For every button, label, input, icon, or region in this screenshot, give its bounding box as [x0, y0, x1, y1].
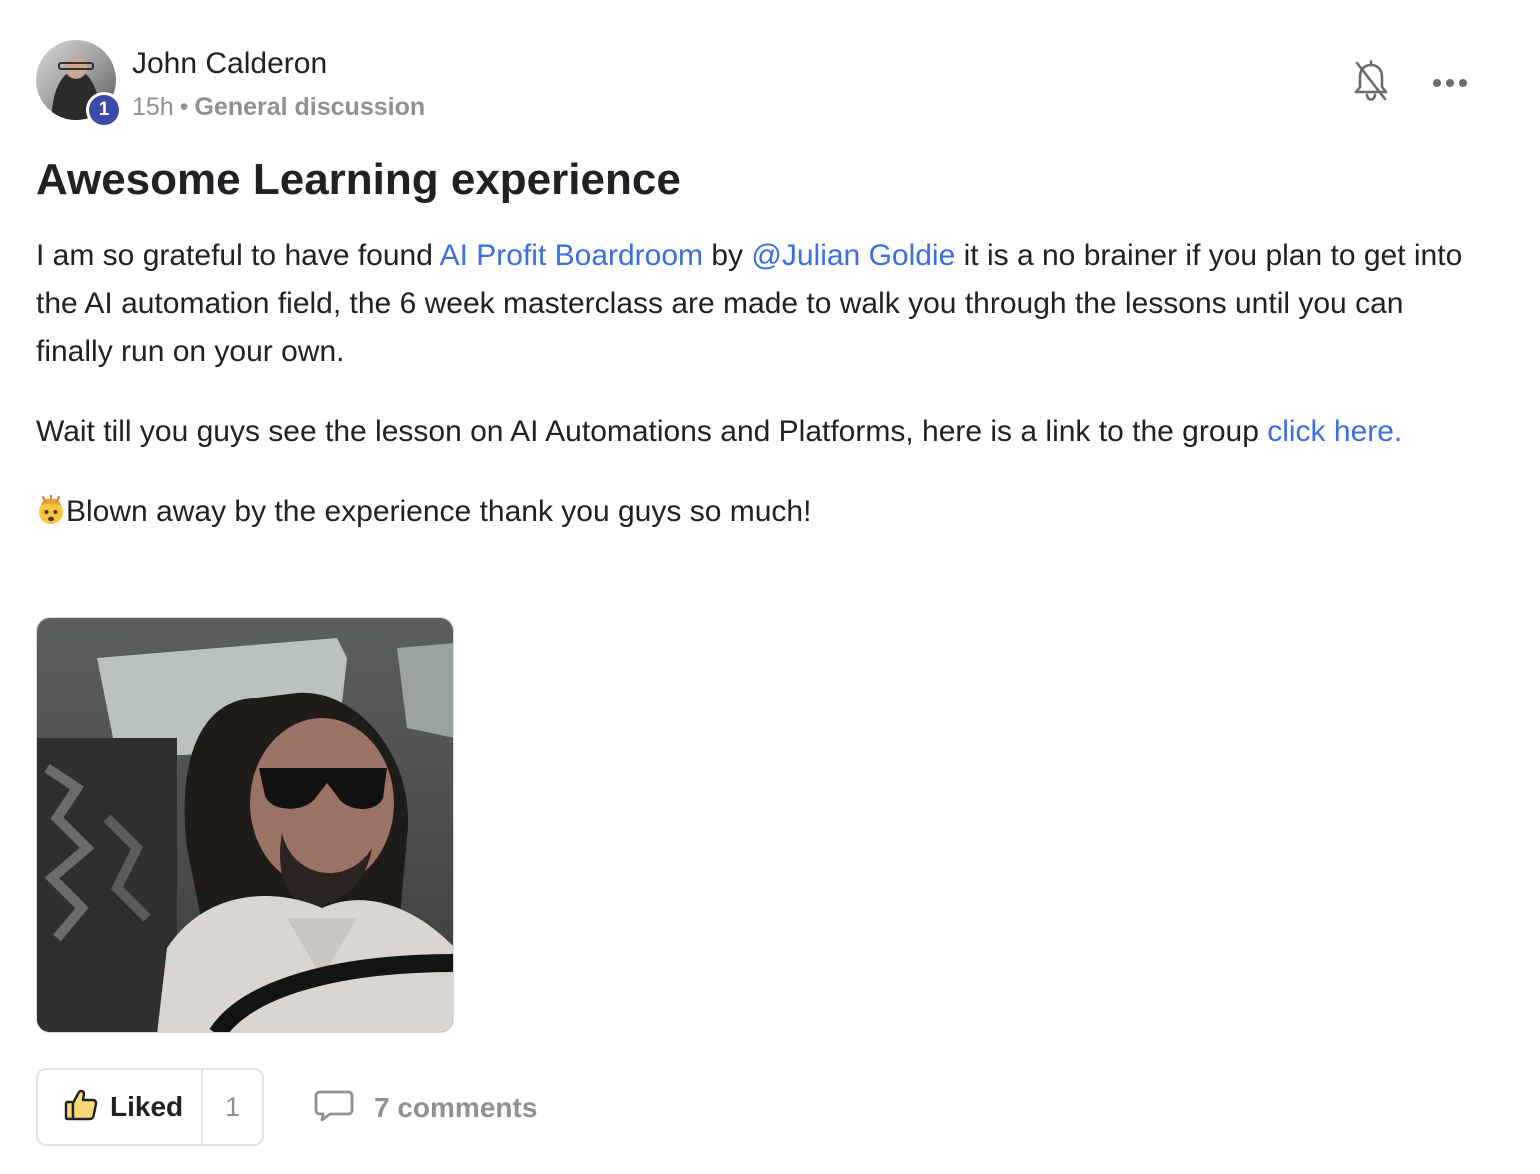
- post-text: Blown away by the experience thank you g…: [66, 495, 812, 528]
- post-paragraph-2: Wait till you guys see the lesson on AI …: [36, 408, 1476, 456]
- post-text: by: [703, 239, 752, 272]
- post-paragraph-3: Blown away by the experience thank you g…: [36, 488, 1476, 536]
- mention-julian-goldie[interactable]: @Julian Goldie: [751, 239, 955, 272]
- link-ai-profit-boardroom[interactable]: AI Profit Boardroom: [440, 239, 703, 272]
- exploding-head-emoji: [36, 492, 66, 524]
- like-group: Liked 1: [36, 1068, 265, 1146]
- post-body: I am so grateful to have found AI Profit…: [36, 232, 1476, 568]
- author-avatar-container[interactable]: 1: [36, 40, 122, 128]
- post-attached-image[interactable]: [36, 617, 454, 1033]
- comments-button[interactable]: 7 comments: [314, 1086, 537, 1130]
- like-button[interactable]: Liked: [38, 1070, 204, 1144]
- thumbs-up-icon: [64, 1088, 98, 1127]
- comment-icon: [314, 1089, 354, 1128]
- comments-count-label: 7 comments: [374, 1092, 538, 1123]
- post-card: 1 John Calderon 15h • General discussion A…: [0, 0, 1540, 1174]
- post-meta: 15h • General discussion: [132, 90, 425, 124]
- author-name[interactable]: John Calderon: [132, 44, 327, 84]
- more-options-button[interactable]: [1428, 64, 1472, 104]
- post-text: Wait till you guys see the lesson on AI …: [36, 415, 1268, 448]
- post-text: I am so grateful to have found: [36, 239, 440, 272]
- avatar-glasses: [58, 62, 94, 70]
- bell-muted-icon: [1353, 59, 1389, 107]
- post-paragraph-1: I am so grateful to have found AI Profit…: [36, 232, 1476, 376]
- post-category[interactable]: General discussion: [194, 93, 425, 121]
- notification-bell-button[interactable]: [1350, 59, 1392, 107]
- like-count[interactable]: 1: [203, 1070, 262, 1144]
- more-horizontal-icon: [1432, 75, 1468, 93]
- link-click-here[interactable]: click here.: [1267, 415, 1402, 448]
- meta-separator: •: [179, 93, 189, 121]
- like-label: Liked: [110, 1091, 184, 1122]
- gif-illustration: [37, 618, 453, 1032]
- level-badge: 1: [86, 92, 122, 128]
- post-title: Awesome Learning experience: [36, 155, 681, 204]
- post-time[interactable]: 15h: [132, 93, 174, 121]
